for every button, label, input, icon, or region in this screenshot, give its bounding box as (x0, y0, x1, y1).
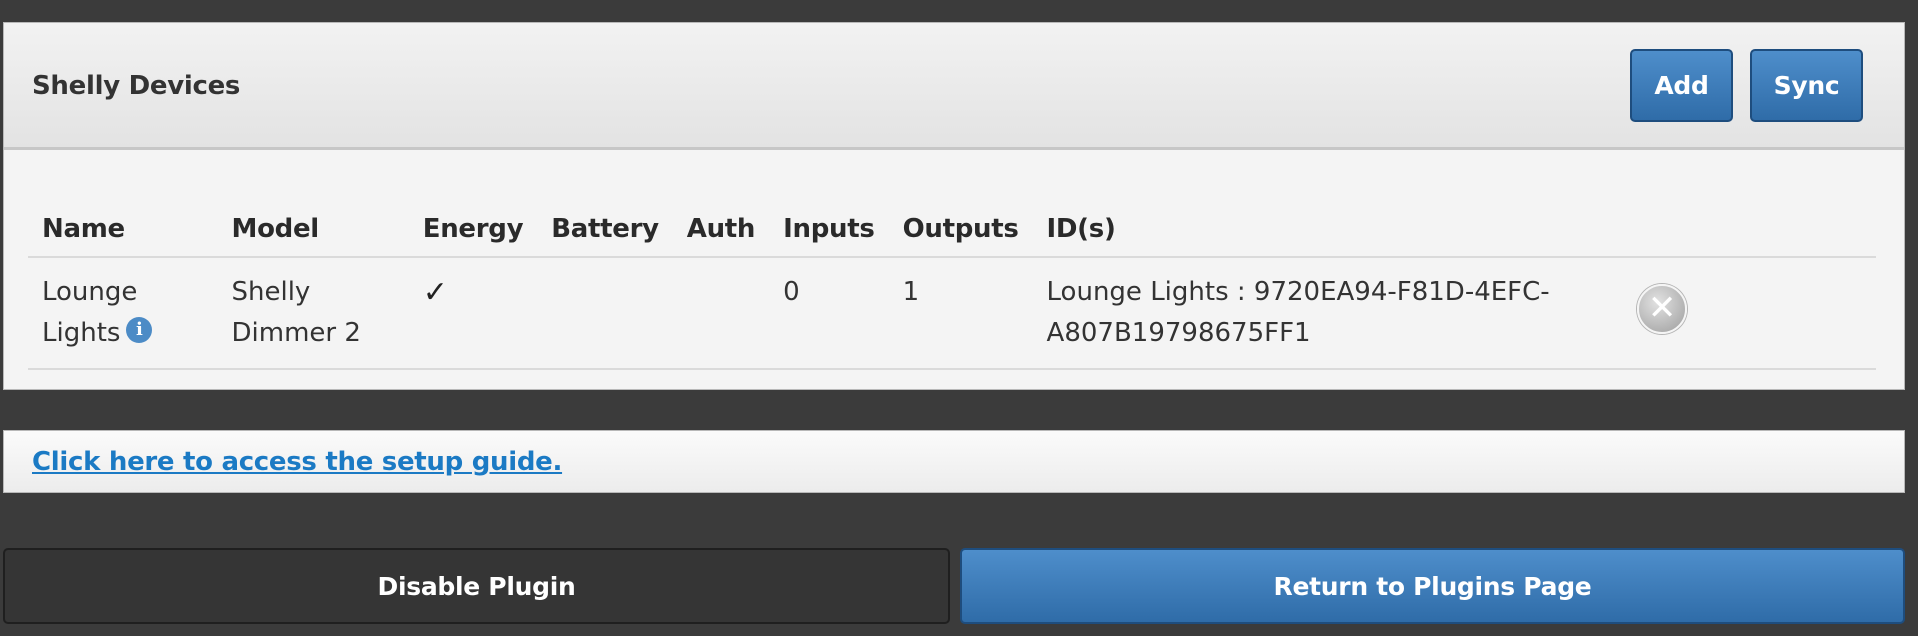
return-to-plugins-button[interactable]: Return to Plugins Page (960, 548, 1905, 624)
device-auth (672, 257, 770, 370)
device-battery (537, 257, 673, 370)
device-name-cell: Lounge Lights i (28, 257, 218, 370)
device-model: Shelly Dimmer 2 (217, 257, 409, 370)
devices-table: Name Model Energy Battery Auth Inputs Ou… (28, 192, 1876, 370)
column-header-actions (1623, 192, 1876, 258)
column-header-battery[interactable]: Battery (537, 192, 673, 258)
column-header-ids[interactable]: ID(s) (1032, 192, 1624, 258)
device-outputs: 1 (888, 257, 1033, 370)
device-energy-cell: ✓ (408, 257, 538, 370)
device-actions-cell: ✕ (1623, 257, 1876, 370)
column-header-inputs[interactable]: Inputs (769, 192, 889, 258)
disable-plugin-button[interactable]: Disable Plugin (3, 548, 950, 624)
setup-guide-box: Click here to access the setup guide. (3, 430, 1905, 493)
device-ids: Lounge Lights : 9720EA94-F81D-4EFC-A807B… (1032, 257, 1624, 370)
column-header-outputs[interactable]: Outputs (888, 192, 1033, 258)
setup-guide-link[interactable]: Click here to access the setup guide. (32, 447, 562, 477)
panel-title: Shelly Devices (32, 71, 241, 101)
device-name: Lounge Lights (42, 277, 138, 348)
panel-header: Shelly Devices Add Sync (4, 23, 1904, 150)
info-icon[interactable]: i (126, 317, 153, 343)
add-button[interactable]: Add (1630, 49, 1733, 122)
column-header-name[interactable]: Name (28, 192, 218, 258)
device-inputs: 0 (769, 257, 889, 370)
column-header-energy[interactable]: Energy (408, 192, 538, 258)
remove-device-icon[interactable]: ✕ (1637, 284, 1688, 334)
checkmark-icon: ✓ (422, 275, 448, 310)
table-row: Lounge Lights i Shelly Dimmer 2 ✓ 0 1 Lou… (28, 257, 1876, 370)
sync-button[interactable]: Sync (1750, 49, 1863, 122)
column-header-model[interactable]: Model (217, 192, 409, 258)
column-header-auth[interactable]: Auth (672, 192, 770, 258)
table-header-row: Name Model Energy Battery Auth Inputs Ou… (28, 192, 1876, 258)
